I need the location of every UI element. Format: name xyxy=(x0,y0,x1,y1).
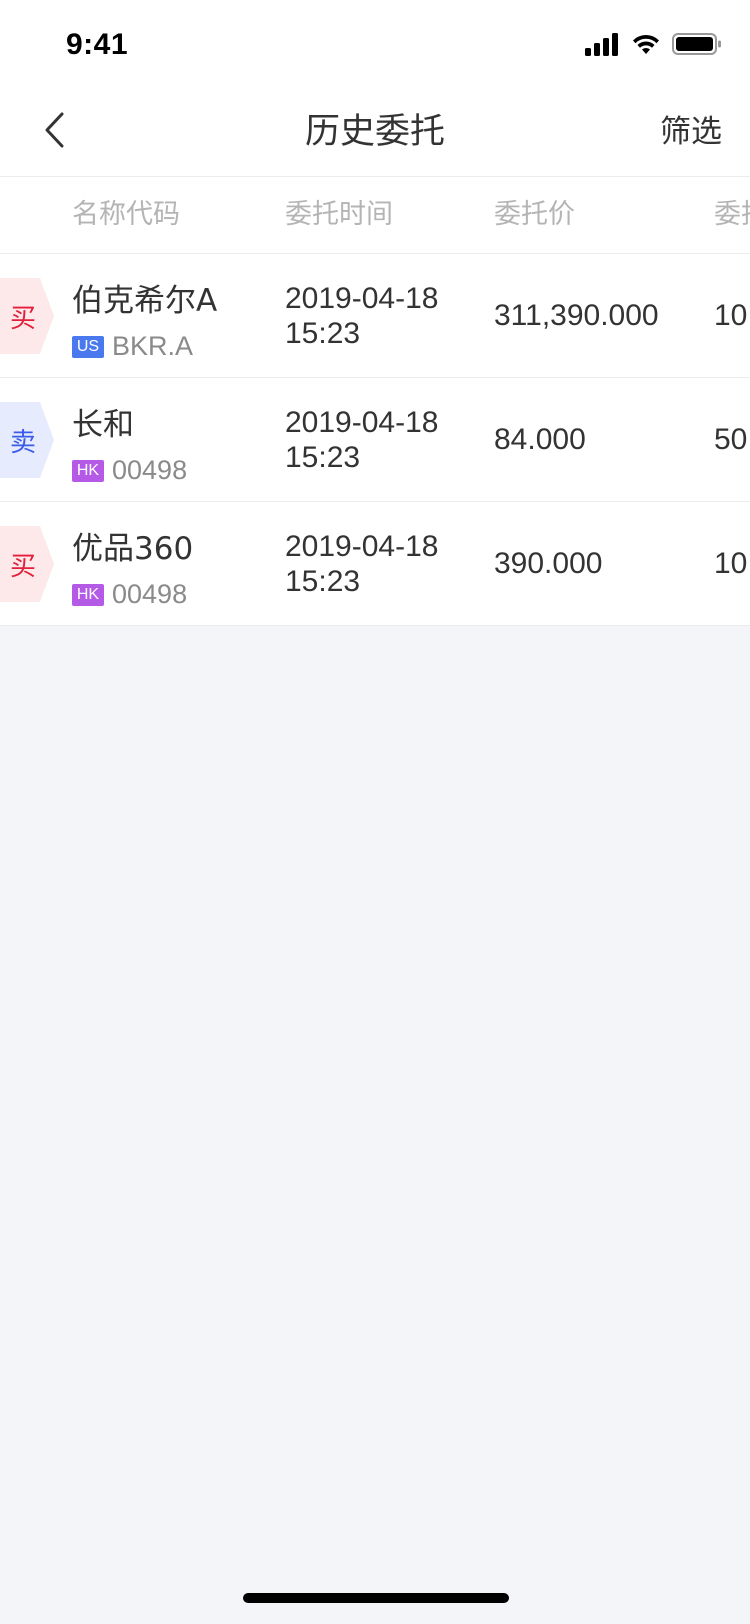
stock-code-line: US BKR.A xyxy=(72,331,193,362)
stock-code-line: HK 00498 xyxy=(72,455,187,486)
orders-table: 名称代码 委托时间 委托价 委托 买 伯克希尔A US BKR.A 2019-0… xyxy=(0,177,750,626)
side-tag-sell: 卖 xyxy=(0,402,54,478)
order-date: 2019-04-18 xyxy=(285,282,439,315)
home-indicator[interactable] xyxy=(243,1593,509,1603)
page-title: 历史委托 xyxy=(304,112,445,152)
wifi-icon xyxy=(630,32,662,60)
order-time: 2019-04-18 15:23 xyxy=(285,529,438,599)
order-price: 84.000 xyxy=(494,423,586,456)
filter-button[interactable]: 筛选 xyxy=(660,88,722,176)
table-row[interactable]: 买 优品360 HK 00498 2019-04-18 15:23 390.00… xyxy=(0,502,750,626)
order-date: 2019-04-18 xyxy=(285,406,439,439)
status-bar: 9:41 xyxy=(0,0,750,88)
stock-name: 伯克希尔A xyxy=(72,283,218,319)
stock-code: 00498 xyxy=(112,455,188,485)
order-date: 2019-04-18 xyxy=(285,530,439,563)
header-order-price: 委托价 xyxy=(494,199,575,230)
back-button[interactable] xyxy=(28,104,84,160)
stock-name: 优品360 xyxy=(72,531,194,567)
side-tag-buy: 买 xyxy=(0,278,54,354)
order-time: 2019-04-18 15:23 xyxy=(285,281,438,351)
chevron-left-icon xyxy=(42,110,70,154)
nav-bar: 历史委托 筛选 xyxy=(0,88,750,177)
side-tag-buy: 买 xyxy=(0,526,54,602)
order-qty: 10 xyxy=(714,299,748,332)
stock-code: 00498 xyxy=(112,579,188,609)
market-badge: HK xyxy=(72,583,104,606)
stock-code: BKR.A xyxy=(112,331,194,361)
status-icons xyxy=(584,32,722,60)
order-price: 311,390.000 xyxy=(494,299,659,332)
table-header: 名称代码 委托时间 委托价 委托 xyxy=(0,177,750,254)
stock-code-line: HK 00498 xyxy=(72,579,187,610)
order-price: 390.000 xyxy=(494,547,603,580)
market-badge: US xyxy=(72,335,104,358)
header-order-qty: 委托 xyxy=(714,199,750,230)
order-clock: 15:23 xyxy=(285,565,361,598)
order-qty: 50 xyxy=(714,423,748,456)
history-orders-screen: 9:41 历史委托 筛选 名称代码 委托时间 委托价 委 买 伯克希尔A US … xyxy=(0,0,750,1624)
header-order-time: 委托时间 xyxy=(285,199,393,230)
order-qty: 10 xyxy=(714,547,748,580)
order-clock: 15:23 xyxy=(285,317,361,350)
status-time: 9:41 xyxy=(66,28,129,61)
stock-name: 长和 xyxy=(72,407,134,443)
battery-icon xyxy=(672,32,722,60)
signal-icon xyxy=(584,32,620,60)
order-clock: 15:23 xyxy=(285,441,361,474)
market-badge: HK xyxy=(72,459,104,482)
order-time: 2019-04-18 15:23 xyxy=(285,405,438,475)
table-row[interactable]: 卖 长和 HK 00498 2019-04-18 15:23 84.000 50 xyxy=(0,378,750,502)
header-name-code: 名称代码 xyxy=(72,199,180,230)
table-row[interactable]: 买 伯克希尔A US BKR.A 2019-04-18 15:23 311,39… xyxy=(0,254,750,378)
